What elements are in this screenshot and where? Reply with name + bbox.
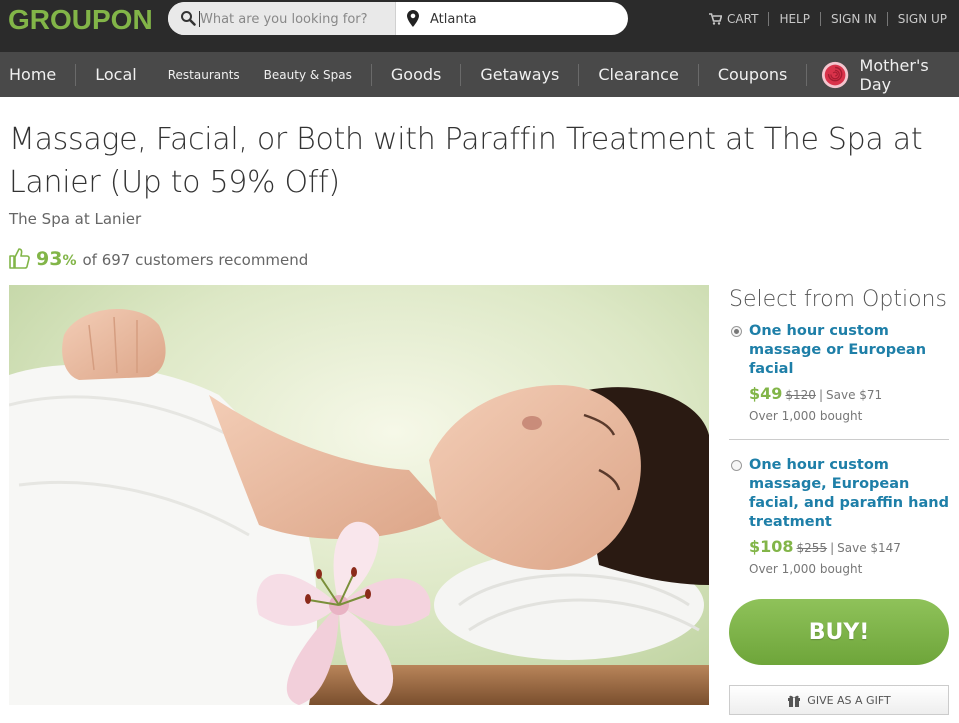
sign-up-link[interactable]: SIGN UP — [888, 12, 947, 26]
category-nav: Home Local Restaurants Beauty & Spas Goo… — [0, 52, 959, 97]
cart-link[interactable]: CART — [699, 12, 770, 26]
location-pin-icon — [407, 10, 419, 27]
option-1-title[interactable]: One hour custom massage or European faci… — [749, 322, 954, 379]
option-2[interactable]: One hour custom massage, European facial… — [729, 456, 949, 584]
buy-button[interactable]: BUY! — [729, 599, 949, 665]
location-input[interactable] — [430, 8, 610, 30]
cart-label: CART — [727, 12, 759, 26]
nav-restaurants[interactable]: Restaurants — [156, 64, 252, 86]
deal-title: Massage, Facial, or Both with Paraffin T… — [9, 122, 923, 200]
give-as-gift-button[interactable]: GIVE AS A GIFT — [729, 685, 949, 715]
search-query-area — [168, 2, 396, 35]
rose-icon — [822, 61, 849, 88]
option-1-radio[interactable] — [731, 326, 742, 337]
nav-beauty-spas[interactable]: Beauty & Spas — [252, 63, 372, 86]
option-2-title[interactable]: One hour custom massage, European facial… — [749, 456, 954, 532]
recommendation: 93% of 697 customers recommend — [9, 243, 308, 270]
nav-clearance[interactable]: Clearance — [579, 63, 699, 86]
option-2-separator: | — [830, 541, 835, 555]
recommend-percent: 93% — [36, 248, 77, 270]
cart-icon — [709, 13, 723, 25]
option-2-pricing: $108 $255 | Save $147 — [749, 537, 901, 556]
option-1-pricing: $49 $120 | Save $71 — [749, 384, 882, 403]
search-input[interactable] — [200, 8, 390, 30]
spa-woman-image — [9, 285, 709, 705]
options-heading: Select from Options — [729, 287, 947, 312]
option-1-original-price: $120 — [785, 388, 816, 402]
option-2-savings: Save $147 — [837, 541, 901, 555]
search-icon[interactable] — [180, 10, 196, 26]
merchant-name[interactable]: The Spa at Lanier — [9, 210, 141, 228]
user-links: CART HELP SIGN IN SIGN UP — [699, 12, 947, 26]
option-2-bought: Over 1,000 bought — [749, 562, 863, 576]
top-bar: GROUPON CART HELP SIGN IN SIGN UP — [0, 0, 959, 52]
recommend-text: of 697 customers recommend — [82, 251, 309, 269]
nav-goods[interactable]: Goods — [372, 63, 462, 86]
option-2-original-price: $255 — [796, 541, 828, 555]
option-1[interactable]: One hour custom massage or European faci… — [729, 322, 949, 440]
nav-local[interactable]: Local — [76, 64, 155, 86]
option-1-savings: Save $71 — [826, 388, 883, 402]
text-caret — [199, 11, 200, 27]
thumbs-up-icon — [9, 248, 30, 269]
search-bar — [168, 2, 628, 35]
sign-in-link[interactable]: SIGN IN — [821, 12, 888, 26]
gift-icon — [788, 695, 801, 707]
option-2-price: $108 — [749, 537, 794, 556]
nav-getaways[interactable]: Getaways — [461, 63, 580, 86]
nav-mothers-day[interactable]: Mother's Day — [807, 56, 959, 94]
nav-coupons[interactable]: Coupons — [699, 63, 808, 86]
option-1-separator: | — [818, 388, 823, 402]
help-link[interactable]: HELP — [769, 12, 821, 26]
deal-photo[interactable] — [9, 285, 709, 705]
option-2-radio[interactable] — [731, 460, 742, 471]
option-1-price: $49 — [749, 384, 783, 403]
nav-home[interactable]: Home — [0, 63, 77, 86]
groupon-logo[interactable]: GROUPON — [8, 4, 153, 36]
mothers-day-label: Mother's Day — [859, 55, 929, 94]
gift-label: GIVE AS A GIFT — [807, 693, 891, 707]
option-1-bought: Over 1,000 bought — [749, 409, 863, 423]
